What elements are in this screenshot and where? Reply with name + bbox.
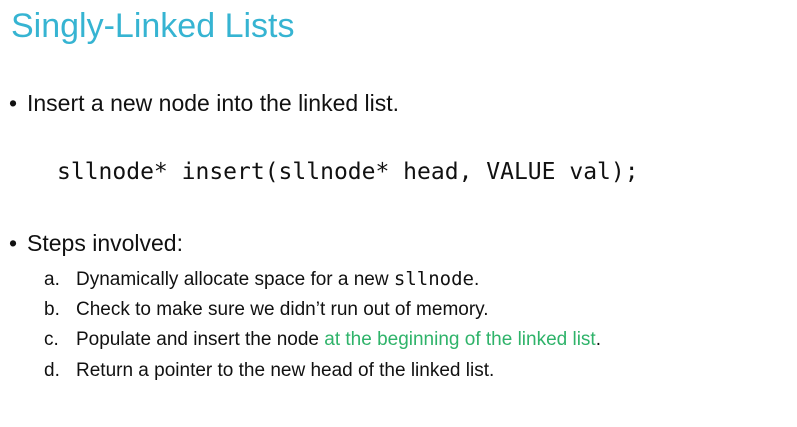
step-text-end: . bbox=[473, 269, 480, 290]
step-highlight: at the beginning of the linked list bbox=[324, 329, 596, 350]
step-letter: a. bbox=[44, 269, 60, 290]
bullet-text: Steps involved: bbox=[27, 230, 183, 256]
step-text: Check to make sure we didn’t run out of … bbox=[76, 298, 489, 320]
bullet-text: Insert a new node into the linked list. bbox=[27, 90, 400, 116]
bullet-insert: • Insert a new node into the linked list. bbox=[9, 89, 399, 117]
step-text: Return a pointer to the new head of the … bbox=[76, 359, 495, 381]
slide: Singly-Linked Lists • Insert a new node i… bbox=[0, 0, 797, 427]
bullet-icon: • bbox=[9, 90, 18, 116]
code-signature: sllnode* insert(sllnode* head, VALUE val… bbox=[57, 159, 639, 185]
step-a: a. Dynamically allocate space for a new s… bbox=[44, 264, 601, 295]
step-letter: d. bbox=[44, 359, 60, 381]
step-code: sllnode bbox=[393, 268, 474, 290]
steps-list: a. Dynamically allocate space for a new s… bbox=[44, 264, 601, 386]
step-d: d. Return a pointer to the new head of th… bbox=[44, 356, 601, 387]
bullet-steps: • Steps involved: bbox=[9, 229, 183, 257]
step-c: c. Populate and insert the node at the be… bbox=[44, 325, 601, 356]
step-text: Dynamically allocate space for a new bbox=[76, 269, 394, 290]
step-text: Populate and insert the node bbox=[76, 329, 325, 350]
step-letter: b. bbox=[44, 298, 60, 320]
slide-title: Singly-Linked Lists bbox=[11, 7, 295, 45]
step-letter: c. bbox=[44, 329, 59, 350]
step-b: b. Check to make sure we didn’t run out o… bbox=[44, 295, 601, 326]
step-text-end: . bbox=[595, 329, 601, 350]
bullet-icon: • bbox=[9, 230, 18, 256]
